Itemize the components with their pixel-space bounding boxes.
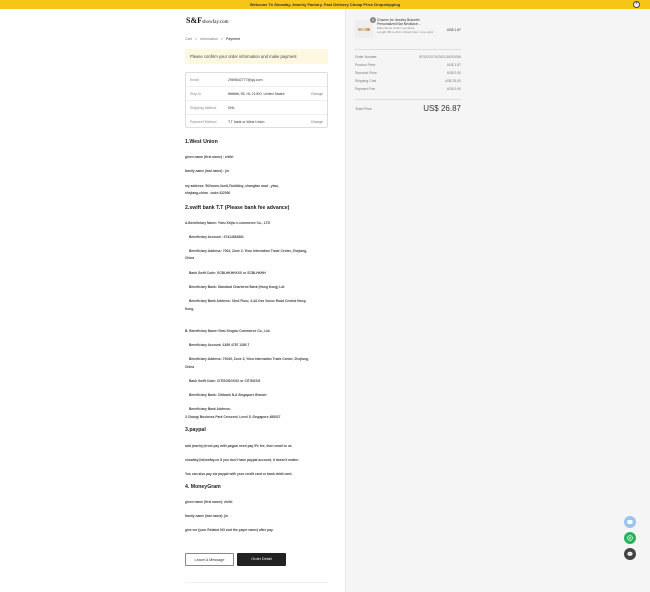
info-row-payment: Payment Method T.T bank or West Union Ch… [186, 115, 327, 129]
product-price-label: Product Price [355, 63, 376, 67]
breadcrumb-information[interactable]: Information [200, 37, 218, 41]
shipping-cost-value: US$ 25.00 [444, 79, 461, 83]
bracelet-image [358, 28, 370, 31]
order-number-label: Order Number [355, 55, 377, 59]
instruction-text: given name (first name) : zhifei [185, 155, 234, 159]
quantity-badge: 1 [370, 17, 376, 23]
instruction-text: my address: 502room,3unit,7building ,cha… [185, 184, 279, 188]
instruction-text: You can also pay via paypal with your cr… [185, 472, 293, 476]
section-heading: 4. MoneyGram [185, 484, 221, 490]
chat-icon [627, 551, 633, 556]
confirm-notice: Please confirm your order information an… [185, 49, 328, 64]
instruction-text: family name (last name) : jin [185, 169, 230, 173]
instruction-text: Beneficiary Address: 7004, Zone 3, Yiwu … [189, 249, 308, 253]
payment-method-label: Payment Method [190, 120, 217, 124]
instruction-text: zhejiang,china . code:322000 [185, 191, 231, 195]
discount-label: Discount Price [355, 71, 377, 75]
logo[interactable]: S&Fshowfay.com [186, 16, 228, 25]
divider [355, 99, 461, 100]
summary-row-order-number: Order Number SF20220716762134031096 [355, 55, 461, 59]
instruction-text: given name (first name): zhifei [185, 500, 233, 504]
info-row-email: Email 2969642777@qq.com [186, 73, 327, 87]
chevron-right-icon: > [220, 37, 223, 41]
summary-row-payment-fee: Payment Fee US$ 0.00 [355, 87, 461, 91]
instruction-text: 3 Changi Business Park Crescent, Level 5… [185, 415, 281, 419]
product-price: US$ 1.87 [446, 28, 461, 32]
divider [355, 49, 461, 50]
instruction-text: China [185, 256, 195, 260]
instruction-text: add jewelry@root pay with paypal need pa… [185, 444, 292, 448]
instruction-text: Beneficiary Bank: Citibank N.A Singapore… [189, 393, 267, 397]
contact-icon [627, 520, 633, 524]
change-address-link[interactable]: Change [311, 92, 323, 96]
chat-button[interactable] [624, 548, 636, 560]
email-label: Email [190, 78, 199, 82]
section-heading: 1.West Union [185, 139, 218, 145]
shipping-method-value: DHL [228, 106, 236, 110]
leave-message-button[interactable]: Leave A Message [185, 553, 234, 566]
divider [185, 582, 328, 583]
discount-value: US$ 0.00 [446, 71, 461, 75]
order-number-value: SF20220716762134031096 [418, 55, 461, 59]
contact-button[interactable] [624, 516, 636, 528]
payment-method-value: T.T bank or West Union [228, 120, 265, 124]
product-image [355, 20, 373, 38]
instruction-text: A.Beneficiary Name: Yiwu Xinjiu e-commer… [185, 221, 270, 225]
breadcrumb-payment: Payment [226, 37, 241, 41]
info-row-method: Shipping Method DHL [186, 101, 327, 115]
product-price-value: US$ 1.87 [446, 63, 461, 67]
announcement-bar: Welcome To Showfay Jewelry Factory. Fast… [0, 0, 650, 9]
payment-fee-label: Payment Fee [355, 87, 376, 91]
instruction-text: showfay@showfay.cn If you don't have pay… [185, 458, 300, 462]
payment-fee-value: US$ 0.00 [446, 87, 461, 91]
product-variant: Main Stone Color:1 pendant, Length:45cm+… [377, 26, 433, 34]
summary-row-product-price: Product Price US$ 1.87 [355, 63, 461, 67]
shipping-method-label: Shipping Method [190, 106, 217, 110]
ship-label: Ship to [190, 92, 201, 96]
order-info-box: Email 2969642777@qq.com Ship to tttttttt… [185, 72, 328, 128]
summary-row-shipping: Shipping Cost US$ 25.00 [355, 79, 461, 83]
summary-row-discount: Discount Price US$ 0.00 [355, 71, 461, 75]
breadcrumb: Cart > Information > Payment [185, 37, 242, 41]
instruction-text: Beneficiary Bank Address: [189, 407, 231, 411]
instruction-text: family name (last name): jin [185, 514, 229, 518]
instruction-text: Bank Swift Code: CITISGSGXXX or CITISGSG [189, 379, 261, 383]
section-heading: 3.paypal [185, 427, 206, 433]
change-payment-link[interactable]: Change [311, 120, 323, 124]
whatsapp-button[interactable] [624, 532, 636, 544]
instruction-text: Beneficiary Bank: Standard Chartered Ban… [189, 285, 285, 289]
instruction-text: Beneficiary Address: 70049, Zone 3, Yiwu… [189, 357, 309, 361]
logo-domain: showfay.com [202, 20, 229, 25]
instruction-text: give me (your Related NO and the payer n… [185, 528, 274, 532]
instruction-text: China [185, 365, 195, 369]
close-icon[interactable]: × [633, 1, 640, 8]
instruction-text: Beneficiary Account :1839 4787 1383 7 [189, 343, 250, 347]
order-summary-panel [345, 9, 650, 592]
logo-brand: S&F [186, 16, 202, 25]
chevron-right-icon: > [194, 37, 197, 41]
section-heading: 2.swift bank T.T (Please bank fee advanc… [185, 205, 290, 211]
total-price-label: Total Price [355, 107, 372, 111]
instruction-text: Beneficiary Account : 47414661861 [189, 235, 244, 239]
whatsapp-icon [627, 535, 633, 541]
announcement-text: Welcome To Showfay Jewelry Factory. Fast… [249, 2, 401, 8]
instruction-text: Beneficiary Bank Address: 32nd Floor, 4-… [189, 299, 306, 303]
instruction-text: Kong [185, 307, 194, 311]
total-price-value: US$ 26.87 [423, 104, 461, 113]
order-detail-button[interactable]: Order Detail [237, 553, 286, 566]
breadcrumb-cart[interactable]: Cart [185, 37, 192, 41]
info-row-ship: Ship to ttttttttttt, 55, HL 21000, Unite… [186, 87, 327, 101]
instruction-text: Bank Swift Code: SCBLHKHHXXX or SCBLHKHH [189, 271, 266, 275]
shipping-cost-label: Shipping Cost [355, 79, 377, 83]
ship-value: ttttttttttt, 55, HL 21000, United States [228, 92, 285, 96]
instruction-text: B. Beneficiary Name:Yiwu Xingxiu Commerc… [185, 329, 271, 333]
email-value: 2969642777@qq.com [228, 78, 263, 82]
